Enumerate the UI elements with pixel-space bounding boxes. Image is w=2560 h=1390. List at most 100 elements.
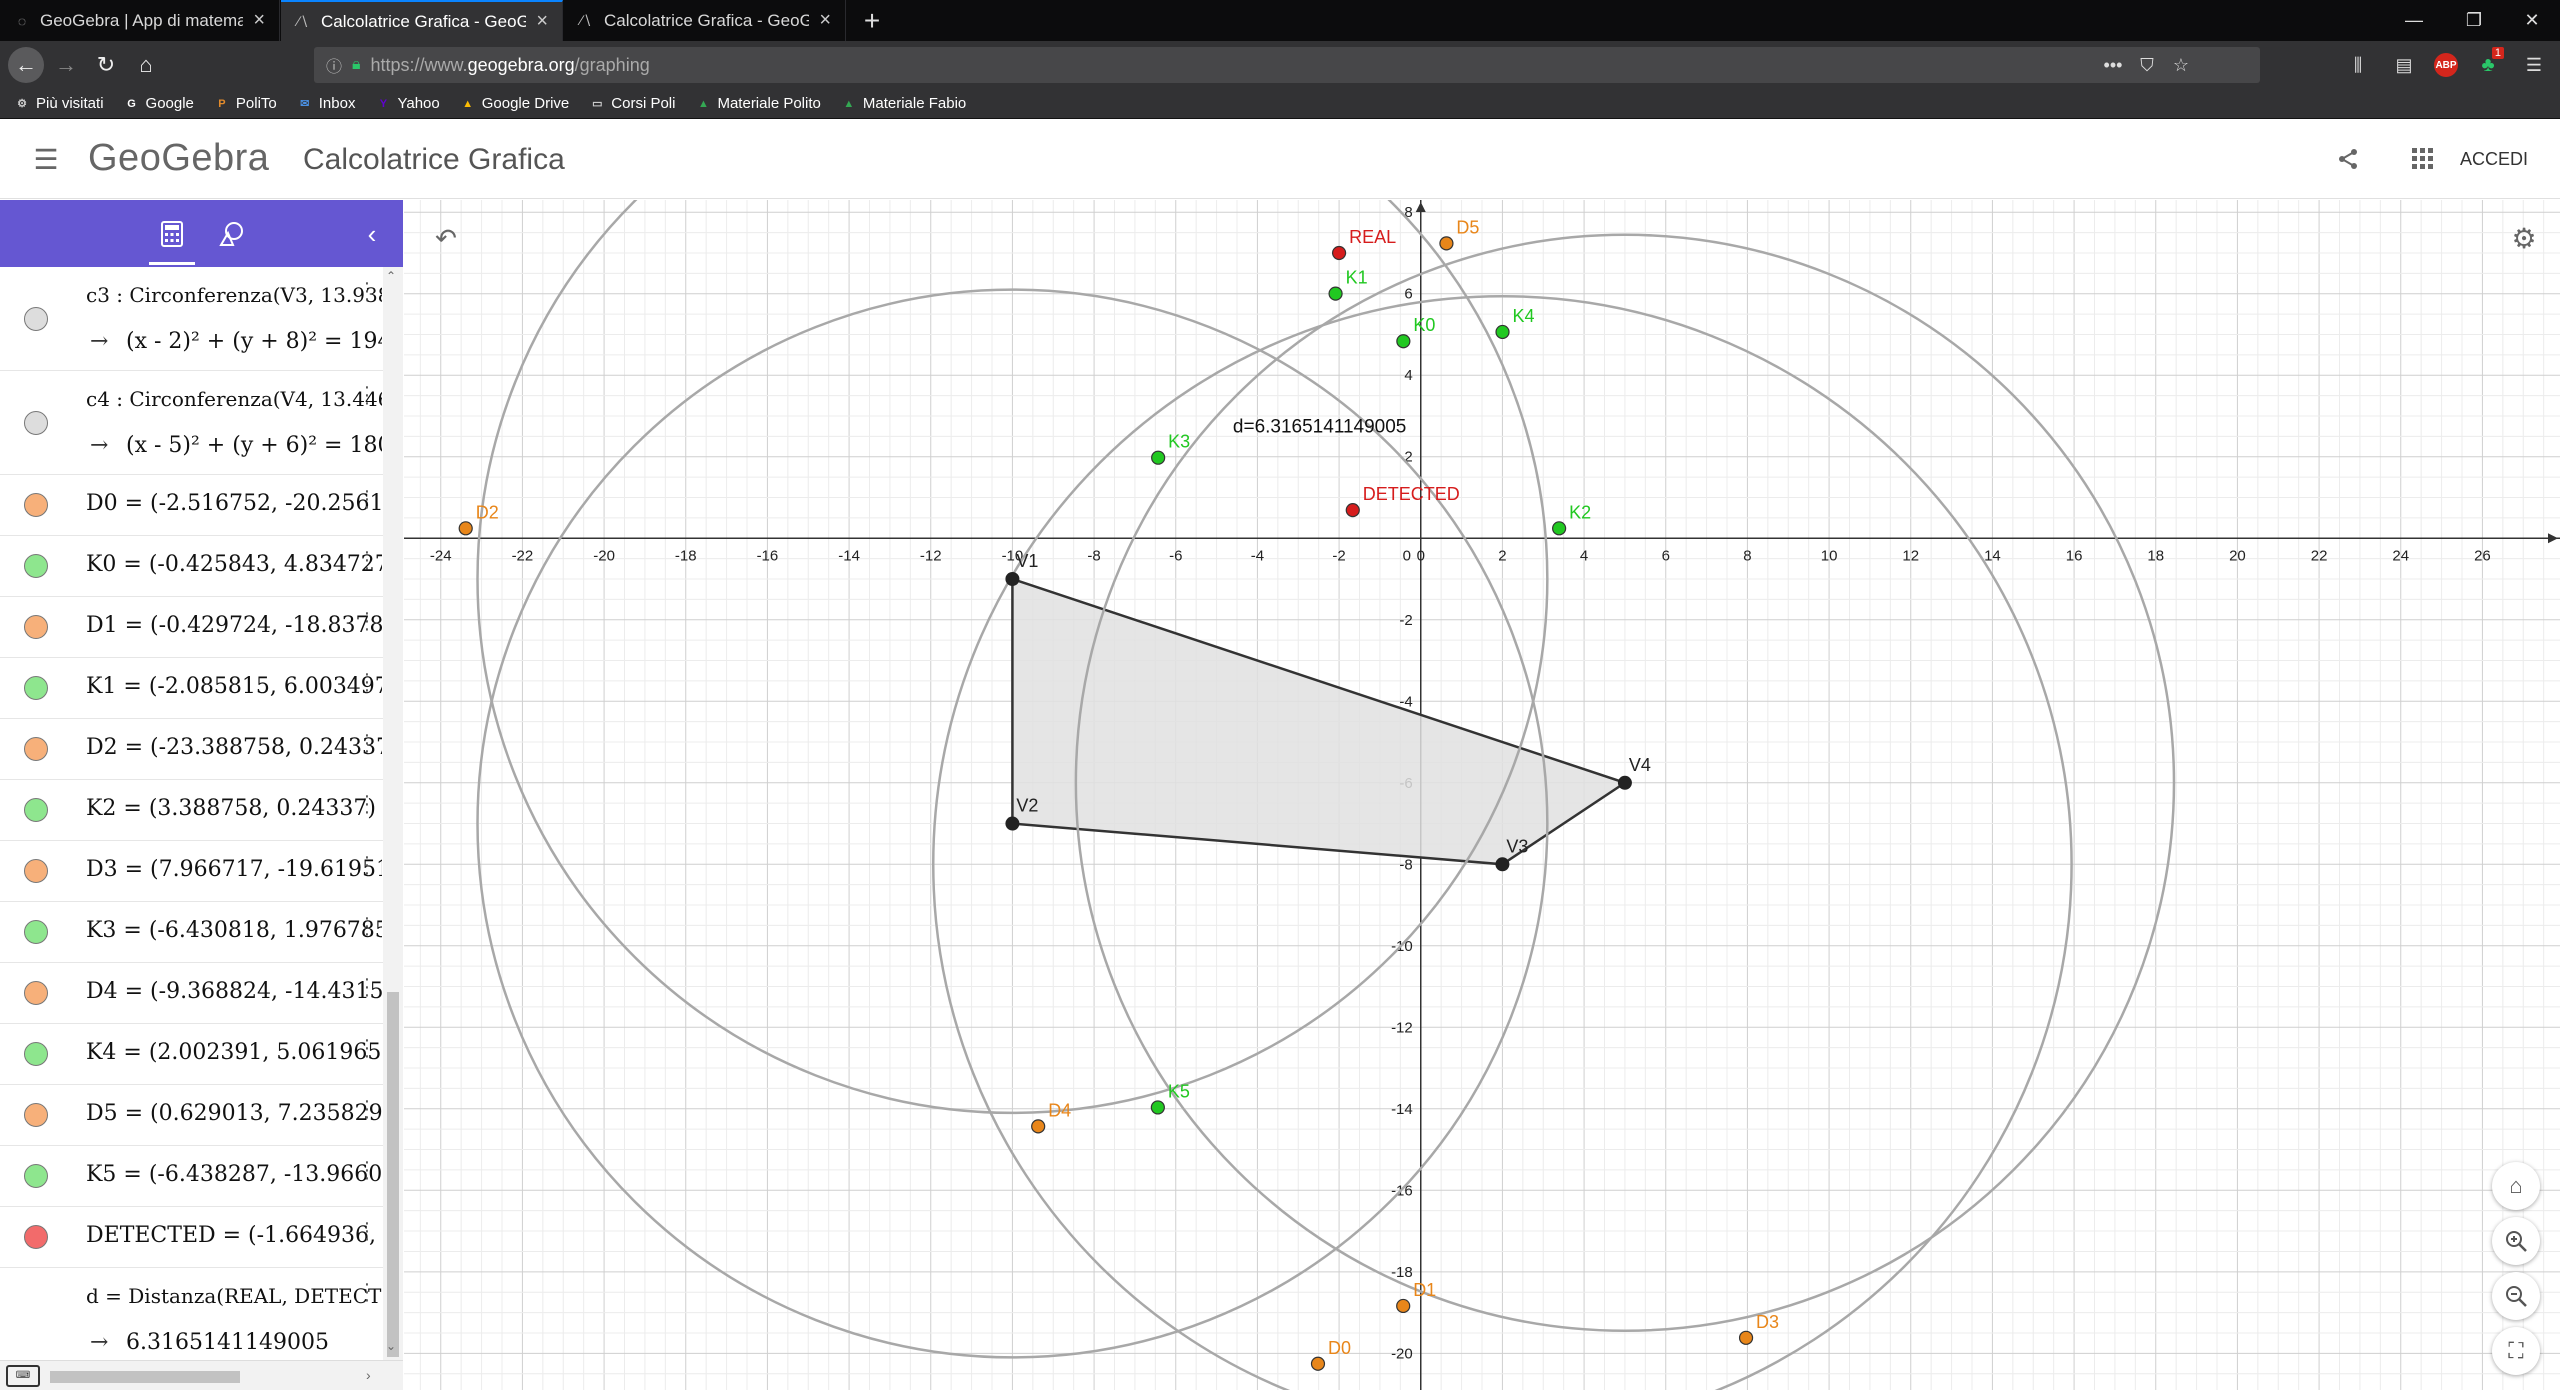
algebra-input[interactable]: D3 = (7.966717, -19.619519) [86,857,382,882]
graph-canvas[interactable]: -24 -22 -20 -18 -16 -14 -12 -10 -8 -6 -4 -2 0 2 4 6 8 10 1… [404,200,2560,1390]
more-options-icon[interactable]: · · · [362,603,372,639]
d-point[interactable] [1031,1119,1046,1134]
algebra-input[interactable]: D2 = (-23.388758, 0.24337) [86,735,382,760]
geogebra-logo[interactable]: GeoGebra [88,137,269,180]
reload-button[interactable]: ↻ [88,47,124,83]
menu-icon[interactable]: ☰ [30,143,62,175]
d-point[interactable] [1396,1298,1411,1314]
k-point[interactable] [1151,450,1166,465]
more-options-icon[interactable]: · · · [362,1030,372,1066]
bookmark-item[interactable]: ▲ Google Drive [460,95,569,112]
home-view-button[interactable]: ⌂ [2492,1162,2540,1210]
d-point[interactable] [458,521,473,536]
pocket-icon[interactable]: ⛉ [2132,47,2162,83]
algebra-definition[interactable]: d = Distanza(REAL, DETECTED [86,1284,382,1308]
keyboard-icon[interactable]: ⌨ [6,1365,40,1387]
algebra-row[interactable]: K1 = (-2.085815, 6.003497) · · · [0,658,383,719]
bookmark-item[interactable]: G Google [124,95,194,112]
k-point[interactable] [1552,521,1567,536]
forward-button[interactable]: → [48,47,84,83]
graphics-view[interactable]: -24 -22 -20 -18 -16 -14 -12 -10 -8 -6 -4 -2 0 2 4 6 8 10 1… [404,200,2560,1390]
more-options-icon[interactable]: · · · [362,377,372,413]
more-options-icon[interactable]: · · · [362,725,372,761]
vertex-point[interactable] [1005,572,1020,587]
bookmark-item[interactable]: ▲ Materiale Polito [695,95,821,112]
share-icon[interactable] [2330,141,2366,177]
scroll-right-icon[interactable]: › [366,1367,371,1383]
vertical-scrollbar[interactable]: ⌃ ⌄ [383,267,403,1360]
visibility-toggle[interactable] [24,859,48,883]
more-options-icon[interactable]: · · · [362,664,372,700]
k-point[interactable] [1328,286,1343,301]
window-close-button[interactable]: ✕ [2504,0,2560,41]
extension-icon[interactable]: ♣ 1 [2470,47,2506,83]
algebra-input[interactable]: K4 = (2.002391, 5.061965) [86,1040,382,1065]
algebra-input[interactable]: D1 = (-0.429724, -18.837866) [86,613,382,638]
calculator-icon[interactable] [152,214,192,254]
login-button[interactable]: ACCEDI [2450,141,2538,177]
algebra-row[interactable]: K3 = (-6.430818, 1.976785) · · · [0,902,383,963]
horizontal-scrollbar-thumb[interactable] [50,1371,240,1383]
d-point[interactable] [1738,1330,1754,1345]
visibility-toggle[interactable] [24,1103,48,1127]
algebra-input[interactable]: K2 = (3.388758, 0.24337) [86,796,382,821]
undo-icon[interactable]: ↶ [426,218,466,258]
vertex-point[interactable] [1495,857,1510,872]
more-options-icon[interactable]: · · · [362,1152,372,1188]
visibility-toggle[interactable] [24,798,48,822]
visibility-toggle[interactable] [24,493,48,517]
vertex-point[interactable] [1005,816,1020,831]
bookmark-item[interactable]: Y Yahoo [375,95,440,112]
bookmark-item[interactable]: P PoliTo [214,95,277,112]
adblock-icon[interactable]: ABP [2428,47,2464,83]
url-bar[interactable]: ⓘ 🔒︎ https://www. geogebra.org/graphing •… [314,47,2260,83]
back-button[interactable]: ← [8,47,44,83]
visibility-toggle[interactable] [24,554,48,578]
more-options-icon[interactable]: · · · [362,1213,372,1249]
info-icon[interactable]: ⓘ [326,53,342,77]
fullscreen-button[interactable]: ⛶ [2492,1327,2540,1375]
more-options-icon[interactable]: · · · [362,908,372,944]
vertex-point[interactable] [1617,775,1632,790]
algebra-row[interactable]: D0 = (-2.516752, -20.256177)··· [0,475,383,536]
algebra-row[interactable]: K5 = (-6.438287, -13.966071)··· [0,1146,383,1207]
library-icon[interactable]: ⫼ [2340,47,2376,83]
scrollbar-thumb[interactable] [387,992,399,1357]
visibility-toggle[interactable] [24,615,48,639]
visibility-toggle[interactable] [24,737,48,761]
algebra-definition[interactable]: c4 : Circonferenza(V4, 13.446368 [86,387,382,411]
visibility-toggle[interactable] [24,981,48,1005]
visibility-toggle[interactable] [24,1225,48,1249]
algebra-input[interactable]: K0 = (-0.425843, 4.834727) [86,552,382,577]
visibility-toggle[interactable] [24,676,48,700]
algebra-row[interactable]: D1 = (-0.429724, -18.837866)··· [0,597,383,658]
visibility-toggle[interactable] [24,1164,48,1188]
bookmark-item[interactable]: ▭ Corsi Poli [589,95,675,112]
visibility-toggle[interactable] [24,1042,48,1066]
algebra-input[interactable]: K5 = (-6.438287, -13.966071) [86,1162,382,1187]
minimize-button[interactable]: — [2386,0,2442,41]
more-options-icon[interactable]: · · · [362,481,372,517]
algebra-input[interactable]: D5 = (0.629013, 7.235829) [86,1101,382,1126]
zoom-in-button[interactable] [2492,1217,2540,1265]
apps-grid-icon[interactable] [2405,141,2441,177]
algebra-input[interactable]: D0 = (-2.516752, -20.256177) [86,491,382,516]
k-point[interactable] [1495,324,1510,340]
d-point[interactable] [1310,1356,1326,1371]
page-actions-icon[interactable]: ••• [2098,47,2128,83]
algebra-input[interactable]: K1 = (-2.085815, 6.003497) [86,674,382,699]
algebra-definition[interactable]: c3 : Circonferenza(V3, 13.938892 [86,283,382,307]
algebra-row[interactable]: K0 = (-0.425843, 4.834727) · · · [0,536,383,597]
algebra-row[interactable]: D2 = (-23.388758, 0.24337) · · · [0,719,383,780]
bookmark-item[interactable]: ✉ Inbox [297,95,355,112]
close-icon[interactable]: × [253,9,265,32]
close-icon[interactable]: × [536,10,548,33]
bookmark-item[interactable]: ⚙ Più visitati [14,95,103,112]
algebra-row[interactable]: K2 = (3.388758, 0.24337) · · · [0,780,383,841]
restore-button[interactable]: ❐ [2446,0,2502,41]
settings-gear-icon[interactable]: ⚙ [2504,218,2544,258]
algebra-input[interactable]: D4 = (-9.368824, -14.431546) [86,979,382,1004]
red-point[interactable] [1331,245,1347,261]
algebra-row[interactable]: D4 = (-9.368824, -14.431546)··· [0,963,383,1024]
tools-icon[interactable] [212,214,252,254]
